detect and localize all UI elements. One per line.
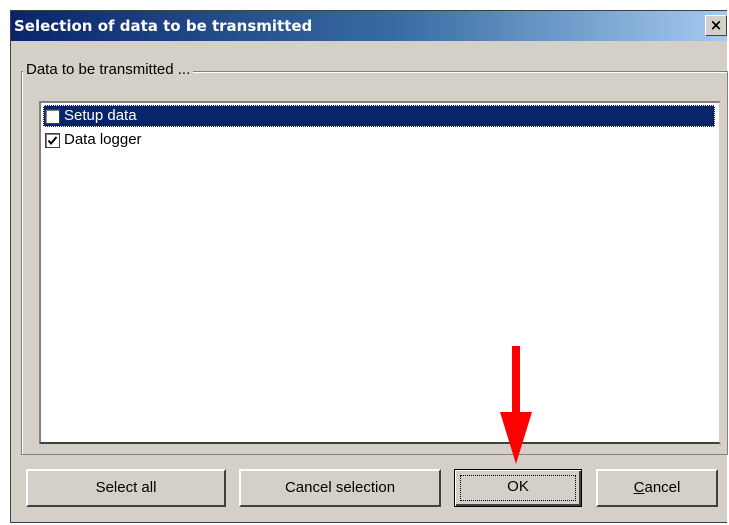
- cancel-selection-button[interactable]: Cancel selection: [239, 469, 441, 507]
- title-bar[interactable]: Selection of data to be transmitted ×: [11, 11, 727, 41]
- data-list[interactable]: Setup data Data logger: [39, 101, 721, 444]
- data-logger-checkbox[interactable]: [45, 133, 60, 148]
- cancel-mnemonic-letter: C: [633, 479, 645, 496]
- list-item-setup-data[interactable]: Setup data: [43, 105, 715, 127]
- dialog-window: Selection of data to be transmitted × Da…: [10, 10, 728, 523]
- close-icon: ×: [709, 16, 723, 34]
- list-item-label: Setup data: [64, 107, 137, 124]
- ok-button-label: OK: [507, 478, 529, 495]
- red-arrow-annotation: [500, 346, 532, 464]
- setup-data-checkbox[interactable]: [45, 109, 60, 124]
- checkmark-icon: [47, 136, 58, 146]
- group-box-label: Data to be transmitted ...: [23, 60, 194, 80]
- select-all-button[interactable]: Select all: [26, 469, 226, 507]
- cancel-button-label: Cancel: [633, 479, 681, 496]
- ok-button[interactable]: OK: [454, 469, 582, 507]
- list-item-label: Data logger: [64, 131, 142, 148]
- dialog-title: Selection of data to be transmitted: [14, 17, 313, 35]
- list-item-data-logger[interactable]: Data logger: [43, 129, 715, 151]
- cancel-button[interactable]: Cancel: [596, 469, 718, 507]
- close-button[interactable]: ×: [705, 15, 727, 36]
